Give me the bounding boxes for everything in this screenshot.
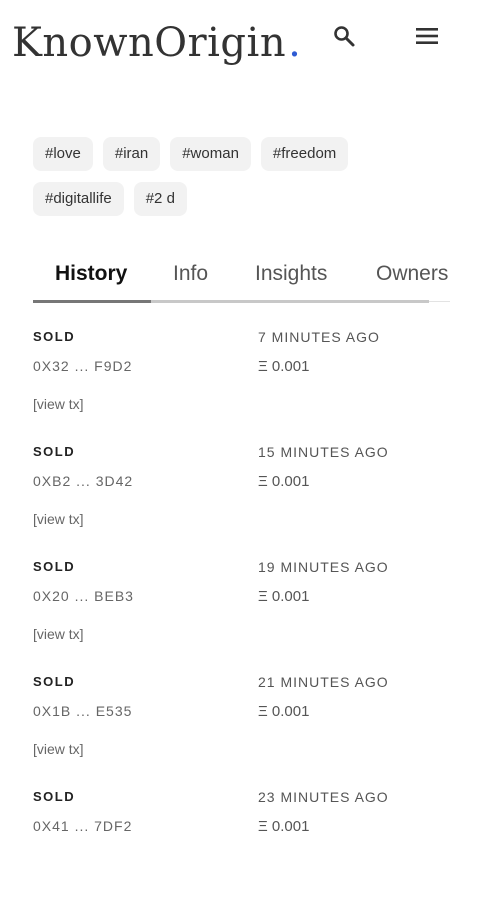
view-tx-link[interactable]: [view tx] bbox=[33, 741, 84, 757]
buyer-address: 0X20 ... BEB3 bbox=[33, 588, 134, 604]
search-button[interactable] bbox=[328, 20, 360, 52]
buyer-address: 0X41 ... 7DF2 bbox=[33, 818, 133, 834]
status-label: SOLD bbox=[33, 329, 76, 344]
timestamp: 7 MINUTES AGO bbox=[258, 329, 380, 345]
history-list: SOLD 7 MINUTES AGO 0X32 ... F9D2 Ξ 0.001… bbox=[33, 325, 453, 900]
tab-bar: History Info Insights Owners bbox=[33, 256, 450, 304]
sale-price: Ξ 0.001 bbox=[258, 588, 310, 605]
status-label: SOLD bbox=[33, 559, 76, 574]
buyer-address: 0X1B ... E535 bbox=[33, 703, 133, 719]
status-label: SOLD bbox=[33, 789, 76, 804]
tab-info[interactable]: Info bbox=[173, 262, 208, 286]
timestamp: 15 MINUTES AGO bbox=[258, 444, 389, 460]
tab-history[interactable]: History bbox=[55, 262, 127, 286]
tag-freedom[interactable]: #freedom bbox=[260, 137, 349, 171]
sale-price: Ξ 0.001 bbox=[258, 358, 310, 375]
sale-price: Ξ 0.001 bbox=[258, 818, 310, 835]
buyer-address: 0X32 ... F9D2 bbox=[33, 358, 133, 374]
tag-list: #love #iran #woman #freedom #digitallife… bbox=[33, 137, 433, 227]
tag-2d[interactable]: #2 d bbox=[133, 182, 187, 216]
status-label: SOLD bbox=[33, 674, 76, 689]
tab-track-end bbox=[429, 301, 450, 302]
logo-dot: . bbox=[288, 20, 302, 66]
active-tab-indicator bbox=[33, 300, 151, 303]
tag-row: #love #iran #woman #freedom bbox=[33, 137, 433, 171]
hamburger-menu-icon bbox=[416, 28, 438, 44]
history-entry: SOLD 15 MINUTES AGO 0XB2 ... 3D42 Ξ 0.00… bbox=[33, 440, 453, 555]
history-entry: SOLD 23 MINUTES AGO 0X41 ... 7DF2 Ξ 0.00… bbox=[33, 785, 453, 900]
tag-love[interactable]: #love bbox=[33, 137, 93, 171]
history-entry: SOLD 19 MINUTES AGO 0X20 ... BEB3 Ξ 0.00… bbox=[33, 555, 453, 670]
tag-digitallife[interactable]: #digitallife bbox=[33, 182, 124, 216]
tag-iran[interactable]: #iran bbox=[102, 137, 161, 171]
tab-insights[interactable]: Insights bbox=[255, 262, 327, 286]
history-entry: SOLD 7 MINUTES AGO 0X32 ... F9D2 Ξ 0.001… bbox=[33, 325, 453, 440]
buyer-address: 0XB2 ... 3D42 bbox=[33, 473, 134, 489]
tag-row: #digitallife #2 d bbox=[33, 182, 433, 216]
timestamp: 23 MINUTES AGO bbox=[258, 789, 389, 805]
view-tx-link[interactable]: [view tx] bbox=[33, 396, 84, 412]
header: KnownOrigin. bbox=[0, 0, 480, 90]
view-tx-link[interactable]: [view tx] bbox=[33, 511, 84, 527]
tab-owners[interactable]: Owners bbox=[376, 262, 448, 286]
history-entry: SOLD 21 MINUTES AGO 0X1B ... E535 Ξ 0.00… bbox=[33, 670, 453, 785]
sale-price: Ξ 0.001 bbox=[258, 473, 310, 490]
logo-text: KnownOrigin bbox=[12, 20, 287, 66]
logo[interactable]: KnownOrigin. bbox=[12, 20, 301, 66]
search-icon bbox=[334, 26, 355, 47]
sale-price: Ξ 0.001 bbox=[258, 703, 310, 720]
view-tx-link[interactable]: [view tx] bbox=[33, 626, 84, 642]
menu-button[interactable] bbox=[411, 20, 443, 52]
timestamp: 19 MINUTES AGO bbox=[258, 559, 389, 575]
tag-woman[interactable]: #woman bbox=[170, 137, 251, 171]
status-label: SOLD bbox=[33, 444, 76, 459]
timestamp: 21 MINUTES AGO bbox=[258, 674, 389, 690]
